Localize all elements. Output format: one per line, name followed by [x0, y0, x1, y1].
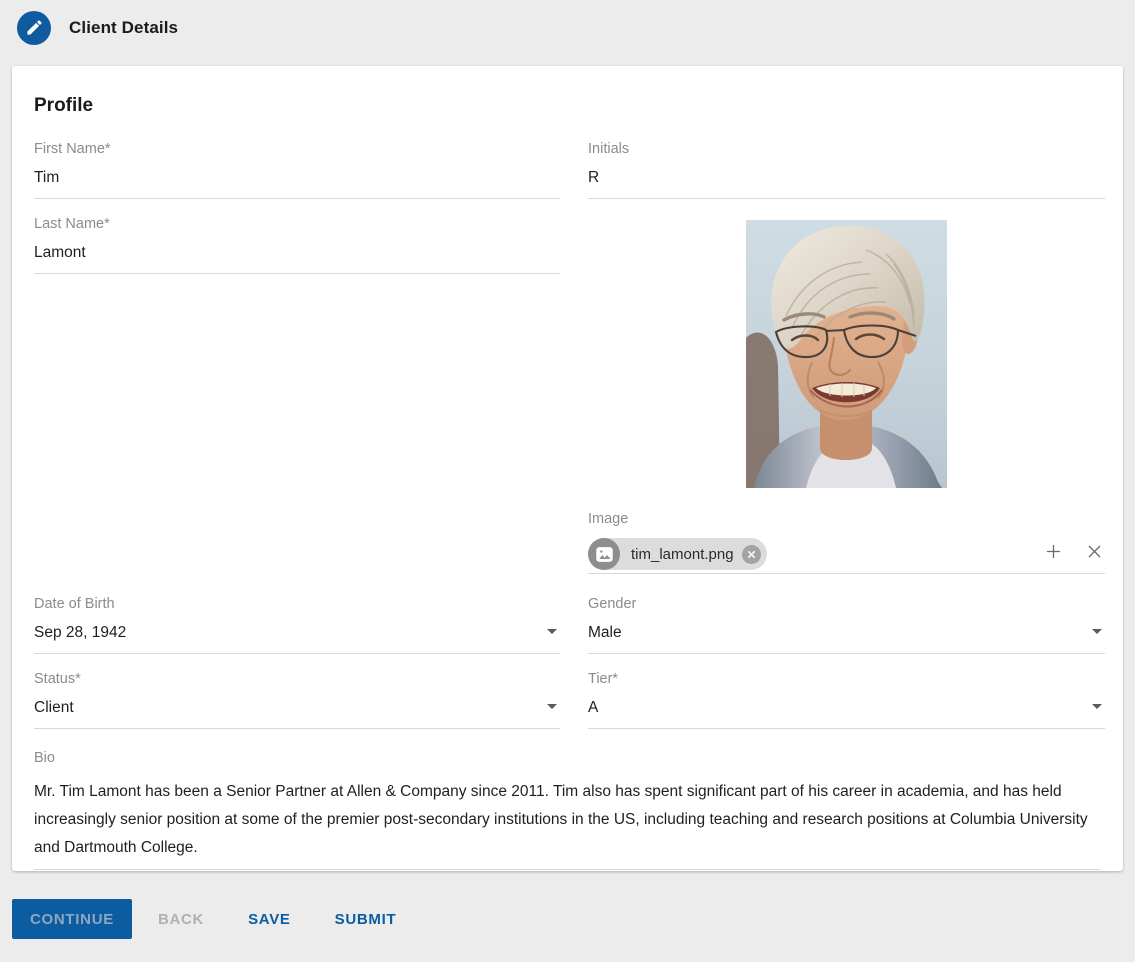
page-title: Client Details: [69, 18, 178, 38]
status-label: Status*: [34, 671, 560, 687]
image-file-name: tim_lamont.png: [631, 546, 734, 563]
first-name-value: Tim: [34, 168, 59, 188]
gender-label: Gender: [588, 596, 1105, 612]
last-name-value: Lamont: [34, 243, 86, 263]
initials-value: R: [588, 168, 599, 188]
image-label: Image: [588, 511, 1105, 527]
gender-value: Male: [588, 623, 622, 643]
pencil-icon: [25, 18, 44, 37]
page-header: Client Details: [0, 0, 1135, 55]
back-button[interactable]: BACK: [142, 899, 220, 939]
form-footer: CONTINUE BACK SAVE SUBMIT: [0, 899, 1135, 962]
profile-card: Profile First Name* Tim Last Name* Lamon…: [12, 66, 1123, 871]
bio-value[interactable]: Mr. Tim Lamont has been a Senior Partner…: [34, 778, 1100, 870]
continue-button[interactable]: CONTINUE: [12, 899, 132, 939]
bio-label: Bio: [34, 750, 1100, 766]
last-name-label: Last Name*: [34, 216, 560, 232]
date-of-birth-select[interactable]: Sep 28, 1942: [34, 623, 560, 654]
image-file-chip[interactable]: tim_lamont.png: [588, 538, 767, 570]
field-initials[interactable]: Initials R: [588, 141, 1105, 199]
edit-icon-badge[interactable]: [17, 11, 51, 45]
last-name-input[interactable]: Lamont: [34, 243, 560, 274]
date-of-birth-value: Sep 28, 1942: [34, 623, 126, 643]
gender-select[interactable]: Male: [588, 623, 1105, 654]
field-date-of-birth[interactable]: Date of Birth Sep 28, 1942: [34, 596, 560, 654]
chevron-down-icon[interactable]: [547, 704, 557, 709]
initials-label: Initials: [588, 141, 1105, 157]
field-image[interactable]: Image tim_lamont.png: [588, 511, 1105, 574]
tier-value: A: [588, 698, 598, 718]
field-bio[interactable]: Bio Mr. Tim Lamont has been a Senior Par…: [34, 750, 1100, 870]
save-button[interactable]: SAVE: [232, 899, 307, 939]
image-chip-row[interactable]: tim_lamont.png: [588, 535, 1105, 574]
field-gender[interactable]: Gender Male: [588, 596, 1105, 654]
image-actions: [1042, 540, 1105, 562]
chevron-down-icon[interactable]: [1092, 704, 1102, 709]
client-portrait: [746, 220, 947, 488]
close-circle-icon[interactable]: [742, 545, 761, 564]
chevron-down-icon[interactable]: [1092, 629, 1102, 634]
tier-label: Tier*: [588, 671, 1105, 687]
date-of-birth-label: Date of Birth: [34, 596, 560, 612]
submit-button[interactable]: SUBMIT: [319, 899, 413, 939]
tier-select[interactable]: A: [588, 698, 1105, 729]
status-select[interactable]: Client: [34, 698, 560, 729]
first-name-input[interactable]: Tim: [34, 168, 560, 199]
picture-icon: [588, 538, 620, 570]
field-first-name[interactable]: First Name* Tim: [34, 141, 560, 199]
chevron-down-icon[interactable]: [547, 629, 557, 634]
initials-input[interactable]: R: [588, 168, 1105, 199]
field-last-name[interactable]: Last Name* Lamont: [34, 216, 560, 274]
first-name-label: First Name*: [34, 141, 560, 157]
plus-icon[interactable]: [1042, 540, 1064, 562]
field-tier[interactable]: Tier* A: [588, 671, 1105, 729]
status-value: Client: [34, 698, 74, 718]
close-icon[interactable]: [1083, 540, 1105, 562]
section-title: Profile: [34, 95, 93, 117]
field-status[interactable]: Status* Client: [34, 671, 560, 729]
